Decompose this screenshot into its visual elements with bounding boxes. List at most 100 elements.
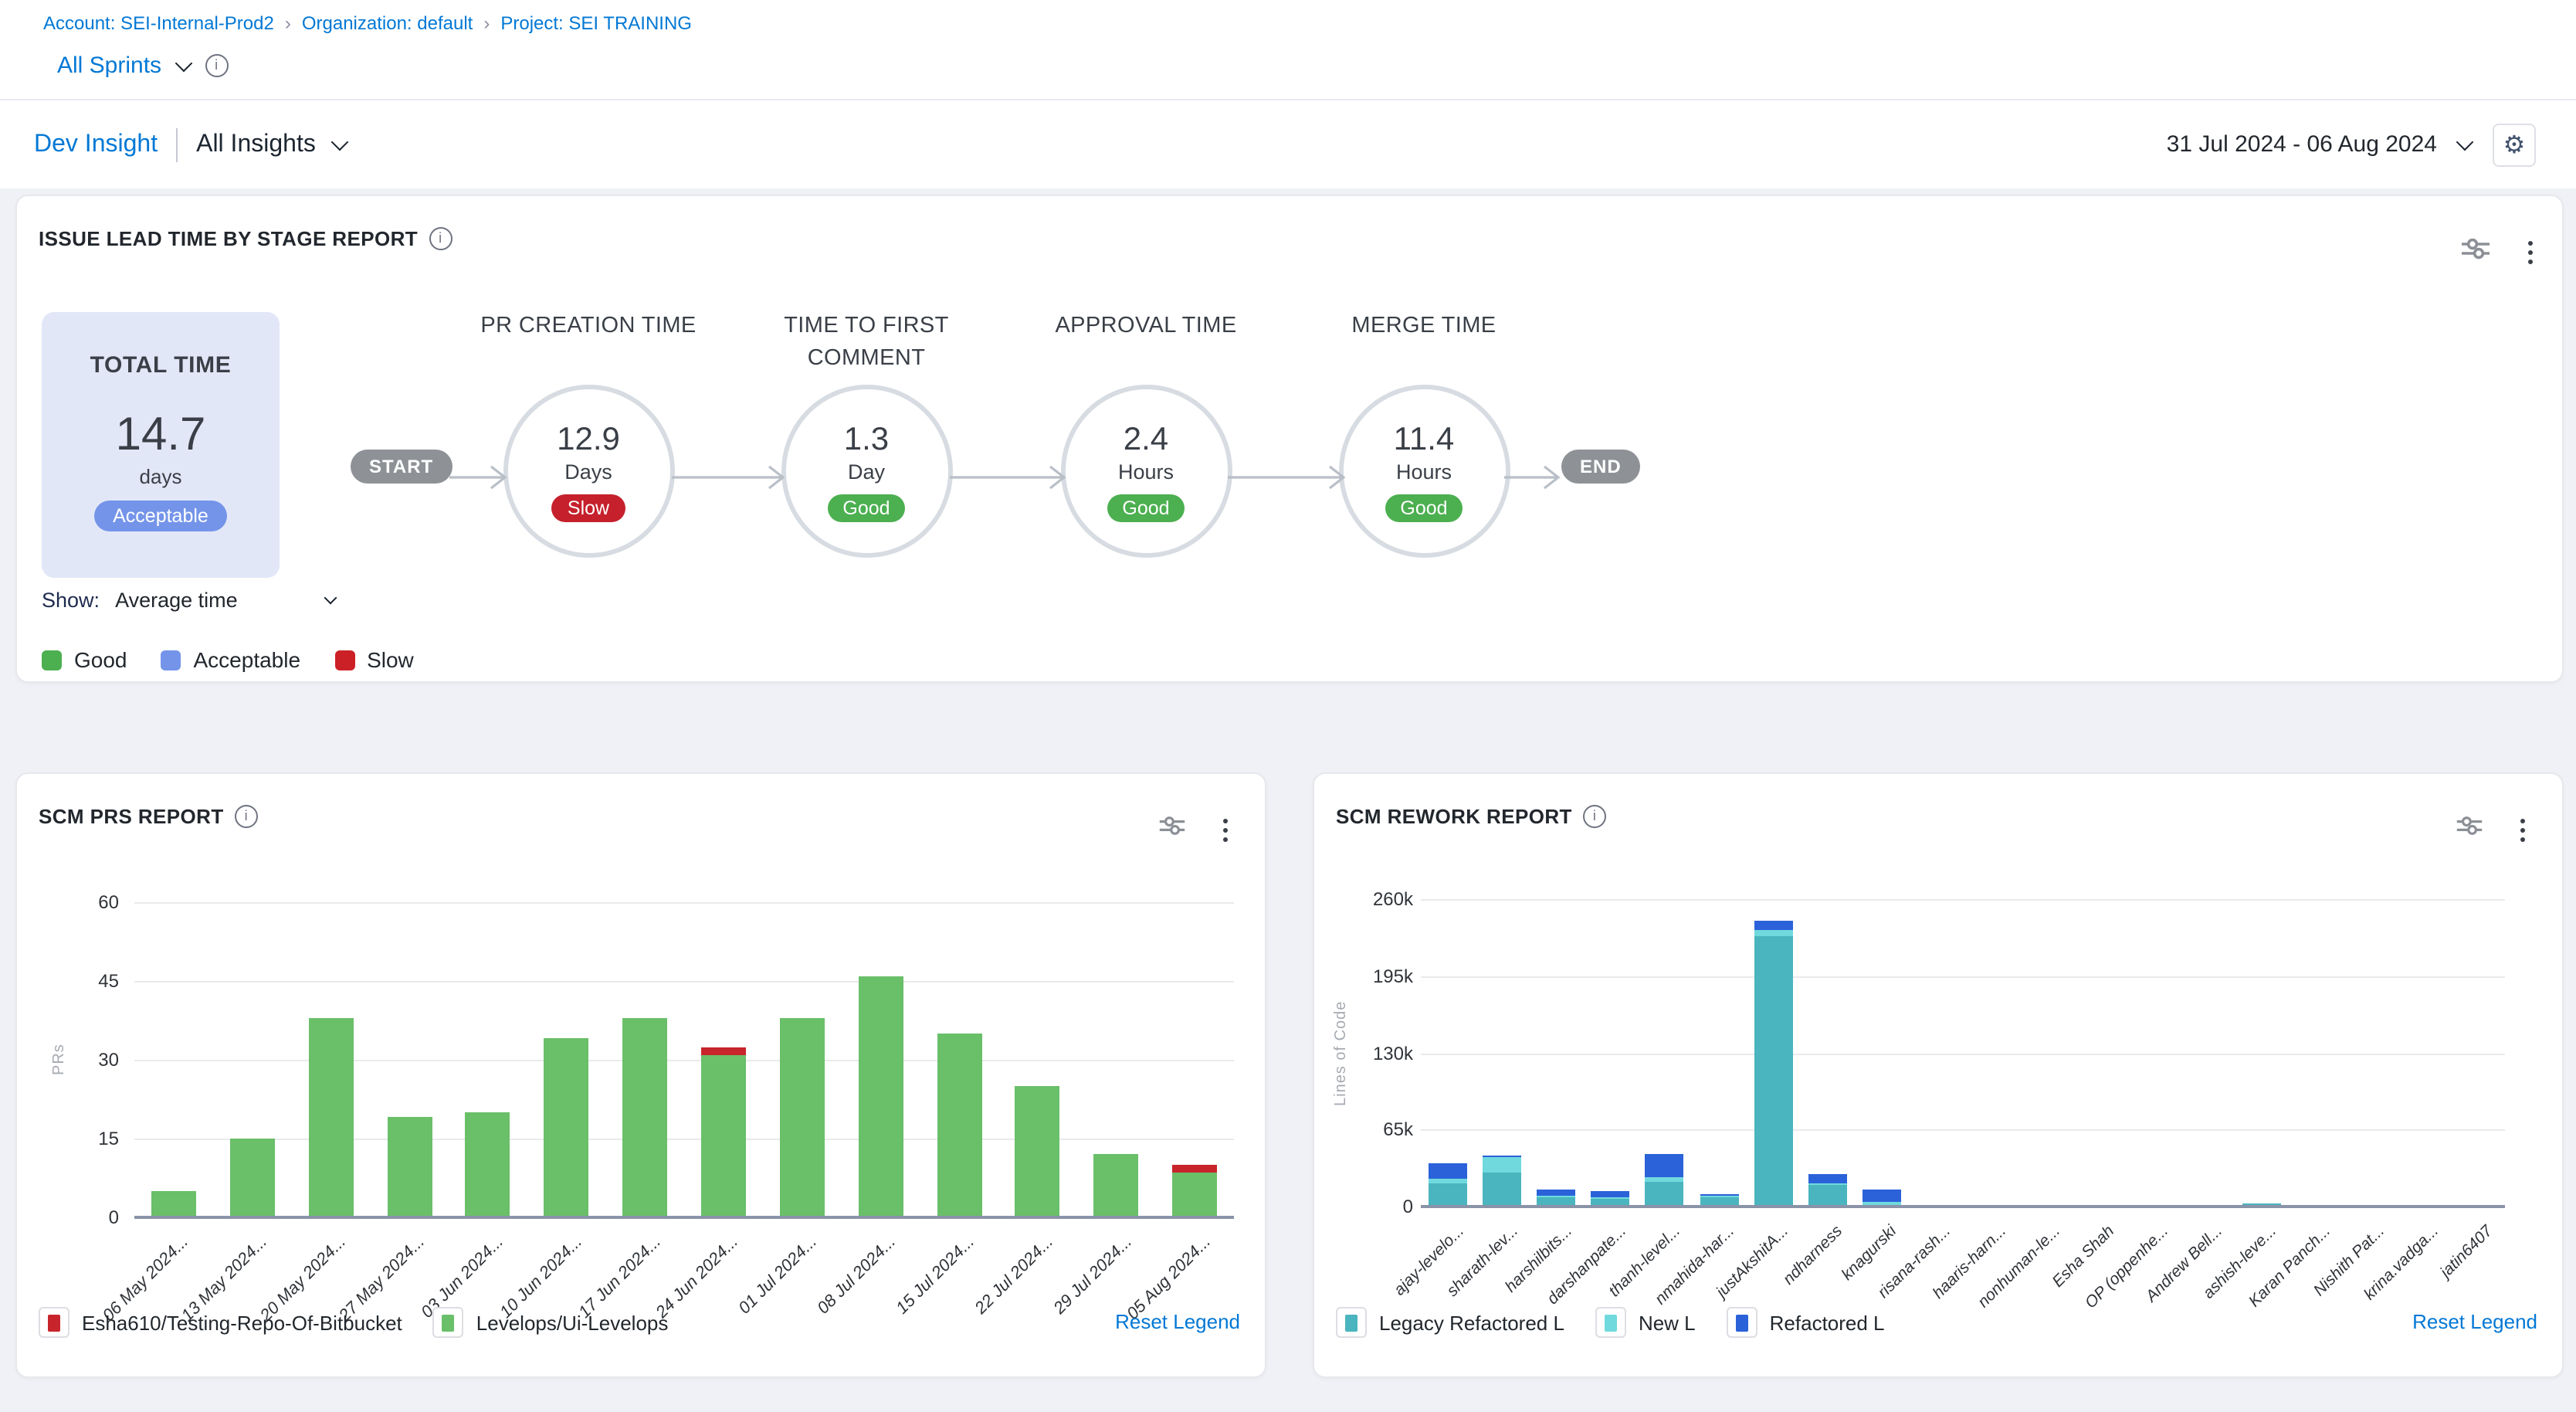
breadcrumb-project[interactable]: Project: SEI TRAINING bbox=[500, 12, 692, 34]
stage-unit: Days bbox=[564, 460, 612, 483]
breadcrumb-organization[interactable]: Organization: default bbox=[302, 12, 473, 34]
dev-insight-link[interactable]: Dev Insight bbox=[34, 131, 158, 158]
show-dropdown[interactable]: Show: Average time bbox=[42, 589, 335, 612]
x-axis-baseline bbox=[1421, 1205, 2505, 1208]
bar-segment-legacy-refactored-l[interactable] bbox=[1429, 1184, 1467, 1207]
bar-segment-refactored-l[interactable] bbox=[1863, 1190, 1901, 1203]
y-tick-label: 260k bbox=[1333, 888, 1413, 910]
y-tick-label: 0 bbox=[1333, 1196, 1413, 1217]
bar-segment-levelops-ui-levelops[interactable] bbox=[151, 1191, 196, 1217]
bar-segment-refactored-l[interactable] bbox=[1754, 921, 1792, 930]
legend-item-levelops-ui[interactable]: Levelops/Ui-Levelops bbox=[433, 1307, 669, 1338]
flow-end-pill: END bbox=[1561, 450, 1640, 484]
bar-segment-legacy-refactored-l[interactable] bbox=[1754, 937, 1792, 1207]
stage-circle[interactable]: 11.4 Hours Good bbox=[1338, 385, 1510, 558]
y-axis-title: PRs bbox=[51, 967, 68, 1152]
bar-segment-levelops-ui-levelops[interactable] bbox=[308, 1018, 353, 1217]
bar-segment-levelops-ui-levelops[interactable] bbox=[1093, 1154, 1138, 1217]
settings-button[interactable]: ⚙ bbox=[2493, 123, 2536, 166]
stage-circle[interactable]: 2.4 Hours Good bbox=[1060, 385, 1232, 558]
bar-segment-new-l[interactable] bbox=[1483, 1157, 1521, 1172]
stage-approval-time[interactable]: APPROVAL TIME 2.4 Hours Good bbox=[1015, 311, 1277, 558]
chevron-down-icon[interactable] bbox=[332, 133, 350, 151]
show-value[interactable]: Average time bbox=[115, 589, 238, 612]
bar-segment-refactored-l[interactable] bbox=[1808, 1173, 1847, 1183]
chevron-down-icon[interactable] bbox=[2456, 133, 2474, 151]
legend-item-good[interactable]: Good bbox=[42, 647, 127, 672]
legend-item-acceptable[interactable]: Acceptable bbox=[161, 647, 301, 672]
chevron-down-icon[interactable] bbox=[324, 591, 337, 604]
info-icon[interactable]: i bbox=[429, 227, 452, 250]
bar-segment-legacy-refactored-l[interactable] bbox=[1646, 1182, 1684, 1207]
bar-segment-legacy-refactored-l[interactable] bbox=[1808, 1184, 1847, 1207]
flow-arrow bbox=[449, 462, 507, 493]
chevron-down-icon[interactable] bbox=[175, 54, 192, 72]
bar-segment-levelops-ui-levelops[interactable] bbox=[1015, 1086, 1060, 1217]
stage-time-to-first-comment[interactable]: TIME TO FIRST COMMENT 1.3 Day Good bbox=[735, 311, 998, 558]
bar-segment-new-l[interactable] bbox=[1429, 1179, 1467, 1184]
reset-legend-link[interactable]: Reset Legend bbox=[2412, 1310, 2537, 1333]
bar-segment-refactored-l[interactable] bbox=[1700, 1194, 1738, 1196]
stage-status-badge: Good bbox=[1107, 494, 1185, 521]
reset-legend-link[interactable]: Reset Legend bbox=[1115, 1310, 1240, 1333]
bar-segment-levelops-ui-levelops[interactable] bbox=[466, 1112, 510, 1217]
legend-item-new[interactable]: New L bbox=[1595, 1307, 1696, 1338]
legend-item-slow[interactable]: Slow bbox=[334, 647, 414, 672]
kebab-menu-icon[interactable] bbox=[2525, 238, 2536, 267]
filter-sliders-icon[interactable] bbox=[2460, 236, 2491, 269]
stage-circle[interactable]: 1.3 Day Good bbox=[781, 385, 952, 558]
legend-label: Refactored L bbox=[1770, 1311, 1885, 1334]
prs-bar-chart: 015304560PRs06 May 2024...13 May 2024...… bbox=[17, 774, 1265, 1376]
top-bar: Account: SEI-Internal-Prod2 › Organizati… bbox=[0, 0, 2576, 100]
bar-segment-new-l[interactable] bbox=[1591, 1197, 1630, 1199]
sprint-selector[interactable]: All Sprints i bbox=[57, 53, 228, 79]
y-tick-label: 0 bbox=[45, 1207, 119, 1228]
total-time-status-badge: Acceptable bbox=[94, 501, 227, 531]
stage-name: PR CREATION TIME bbox=[457, 311, 720, 375]
bar-segment-levelops-ui-levelops[interactable] bbox=[544, 1039, 588, 1217]
stage-status-badge: Good bbox=[1385, 494, 1463, 521]
bar-segment-levelops-ui-levelops[interactable] bbox=[701, 1054, 746, 1217]
sprint-selector-label[interactable]: All Sprints bbox=[57, 53, 161, 79]
info-icon[interactable]: i bbox=[205, 54, 228, 77]
bar-segment-levelops-ui-levelops[interactable] bbox=[858, 976, 903, 1217]
insight-selector[interactable]: All Insights bbox=[196, 131, 316, 158]
legend-swatch bbox=[39, 1307, 69, 1338]
stage-circle[interactable]: 12.9 Days Slow bbox=[503, 385, 674, 558]
legend-item-refactored[interactable]: Refactored L bbox=[1727, 1307, 1885, 1338]
bar-segment-refactored-l[interactable] bbox=[1537, 1189, 1576, 1195]
bar-segment-esha610-testing-repo-of-bitbucket[interactable] bbox=[701, 1047, 746, 1054]
bar-segment-refactored-l[interactable] bbox=[1646, 1153, 1684, 1177]
bar-segment-refactored-l[interactable] bbox=[1429, 1163, 1467, 1179]
bar-segment-levelops-ui-levelops[interactable] bbox=[780, 1018, 825, 1217]
bar-segment-esha610-testing-repo-of-bitbucket[interactable] bbox=[1172, 1165, 1217, 1173]
bar-segment-new-l[interactable] bbox=[1700, 1196, 1738, 1197]
stage-unit: Day bbox=[848, 460, 885, 483]
bar-segment-new-l[interactable] bbox=[1646, 1177, 1684, 1182]
bar-segment-levelops-ui-levelops[interactable] bbox=[387, 1118, 432, 1217]
grid-line bbox=[134, 1139, 1234, 1140]
bar-segment-refactored-l[interactable] bbox=[1591, 1191, 1630, 1197]
breadcrumb-account[interactable]: Account: SEI-Internal-Prod2 bbox=[43, 12, 274, 34]
stage-status-badge: Good bbox=[827, 494, 905, 521]
legend-item-esha610-repo[interactable]: Esha610/Testing-Repo-Of-Bitbucket bbox=[39, 1307, 402, 1338]
bar-segment-new-l[interactable] bbox=[1808, 1183, 1847, 1184]
bar-segment-legacy-refactored-l[interactable] bbox=[1483, 1173, 1521, 1207]
grid-line bbox=[134, 981, 1234, 983]
stage-unit: Hours bbox=[1118, 460, 1174, 483]
stage-unit: Hours bbox=[1396, 460, 1452, 483]
bar-segment-levelops-ui-levelops[interactable] bbox=[937, 1034, 981, 1217]
legend-item-legacy-refactored[interactable]: Legacy Refactored L bbox=[1336, 1307, 1564, 1338]
bar-segment-refactored-l[interactable] bbox=[1483, 1156, 1521, 1158]
bar-segment-new-l[interactable] bbox=[1754, 930, 1792, 937]
bar-segment-levelops-ui-levelops[interactable] bbox=[230, 1139, 275, 1217]
bar-segment-new-l[interactable] bbox=[1537, 1195, 1576, 1196]
issue-lead-time-panel: ISSUE LEAD TIME BY STAGE REPORT i TOTAL … bbox=[15, 195, 2564, 683]
date-range-selector[interactable]: 31 Jul 2024 - 06 Aug 2024 bbox=[2167, 131, 2437, 158]
bar-segment-levelops-ui-levelops[interactable] bbox=[622, 1018, 667, 1217]
bar-segment-levelops-ui-levelops[interactable] bbox=[1172, 1173, 1217, 1217]
x-tick-label: haaris-harn... bbox=[1896, 1222, 2009, 1336]
stage-merge-time[interactable]: MERGE TIME 11.4 Hours Good bbox=[1293, 311, 1555, 558]
stage-pr-creation-time[interactable]: PR CREATION TIME 12.9 Days Slow bbox=[457, 311, 720, 558]
panel-header: ISSUE LEAD TIME BY STAGE REPORT i bbox=[39, 227, 452, 250]
